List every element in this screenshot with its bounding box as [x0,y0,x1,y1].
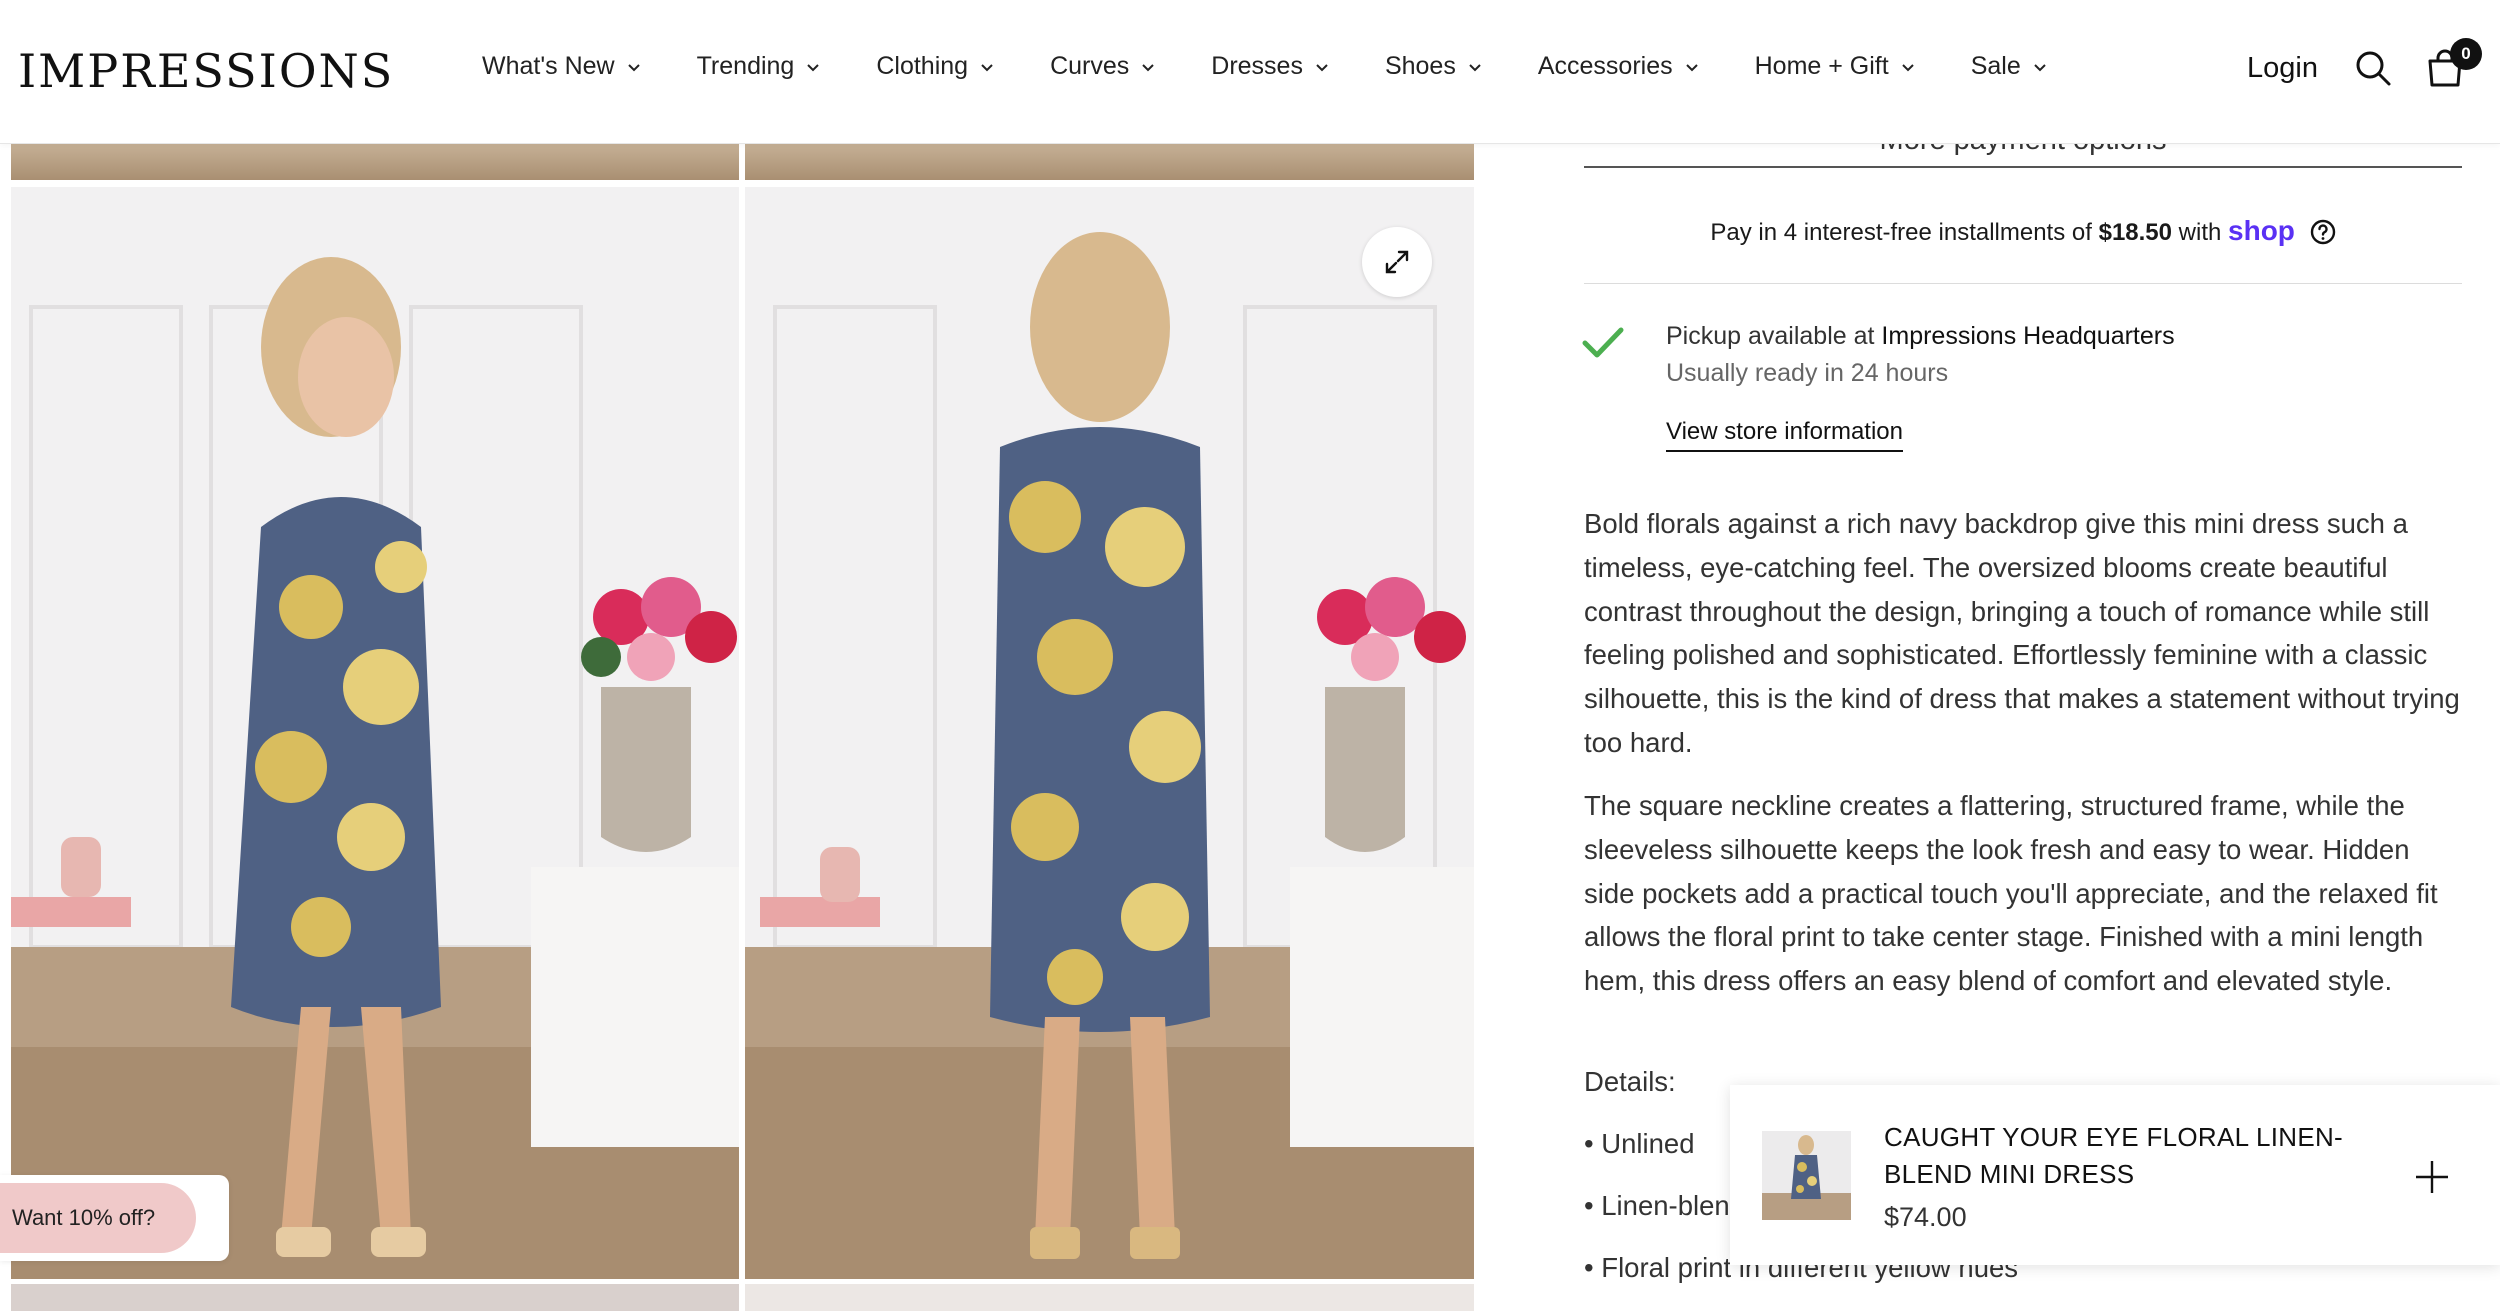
nav-item-label: Sale [1970,52,2021,80]
sticky-add-to-cart-bar: CAUGHT YOUR EYE FLORAL LINEN-BLEND MINI … [1730,1085,2500,1265]
nav-item-label: What's New [482,52,615,80]
expand-image-button[interactable] [1362,227,1432,297]
product-image-partial[interactable] [745,140,1474,180]
details-list-item: • Linen-blen [1584,1190,1730,1221]
cart-count-badge: 0 [2450,38,2482,70]
product-image-partial[interactable] [745,1284,1474,1311]
product-thumbnail[interactable] [1762,1131,1851,1220]
description-paragraph: Bold florals against a rich navy backdro… [1584,508,2460,758]
nav-item-home-gift[interactable]: Home + Gift [1755,52,1915,81]
nav-item-sale[interactable]: Sale [1971,52,2047,81]
details-list-item: • Unlined [1584,1128,1695,1159]
pickup-availability: Pickup available at Impressions Headquar… [1666,322,2175,351]
nav-item-curves[interactable]: Curves [1050,52,1155,81]
installments-message: Pay in 4 interest-free installments of $… [1584,215,2462,247]
product-image-partial[interactable] [11,140,739,180]
help-icon[interactable] [2310,219,2336,245]
nav-item-label: Home + Gift [1754,52,1889,80]
nav-item-whats-new[interactable]: What's New [482,52,641,81]
view-store-information-link[interactable]: View store information [1666,418,1903,452]
chevron-down-icon [1685,60,1699,74]
product-image-back-view[interactable] [745,187,1474,1279]
chevron-down-icon [1315,60,1329,74]
installments-with: with [2178,219,2222,246]
plus-icon[interactable] [2414,1159,2450,1195]
nav-item-label: Shoes [1384,52,1456,80]
site-header: IMPRESSIONS What's New Trending Clothing… [0,0,2500,144]
sticky-product-title: CAUGHT YOUR EYE FLORAL LINEN-BLEND MINI … [1884,1122,2343,1189]
nav-item-label: Clothing [876,52,969,80]
nav-item-clothing[interactable]: Clothing [876,52,994,81]
brand-logo[interactable]: IMPRESSIONS [18,44,394,98]
nav-item-label: Accessories [1537,52,1673,80]
sticky-product-price: $74.00 [1884,1202,1967,1232]
chevron-down-icon [1141,60,1155,74]
details-heading: Details: [1584,1066,1676,1097]
discount-promo-button[interactable]: Want 10% off? [0,1183,196,1253]
chevron-down-icon [980,60,994,74]
nav-item-shoes[interactable]: Shoes [1385,52,1482,81]
main-nav: What's New Trending Clothing Curves Dres… [482,52,2103,81]
check-icon [1582,326,1624,360]
nav-item-dresses[interactable]: Dresses [1211,52,1329,81]
nav-item-label: Trending [696,52,795,80]
search-icon[interactable] [2354,49,2392,87]
description-paragraph: The square neckline creates a flattering… [1584,790,2438,997]
product-image-partial[interactable] [11,1284,739,1311]
chevron-down-icon [806,60,820,74]
nav-item-label: Dresses [1211,52,1303,80]
installment-amount: $18.50 [2098,219,2172,246]
nav-item-accessories[interactable]: Accessories [1538,52,1699,81]
installments-prefix: Pay in 4 interest-free installments of [1710,219,2092,246]
pickup-location: Impressions Headquarters [1881,322,2175,350]
chevron-down-icon [2033,60,2047,74]
chevron-down-icon [627,60,641,74]
nav-item-label: Curves [1050,52,1130,80]
promo-widget: Want 10% off? [0,1175,229,1261]
chevron-down-icon [1901,60,1915,74]
section-divider [1584,283,2462,284]
nav-item-trending[interactable]: Trending [697,52,821,81]
pickup-ready-time: Usually ready in 24 hours [1666,359,1949,387]
pickup-prefix: Pickup available at [1666,322,1875,350]
shop-pay-logo: shop [2228,215,2295,246]
product-image-side-view[interactable] [11,187,739,1279]
expand-icon [1385,250,1409,274]
chevron-down-icon [1468,60,1482,74]
login-link[interactable]: Login [2247,52,2318,85]
